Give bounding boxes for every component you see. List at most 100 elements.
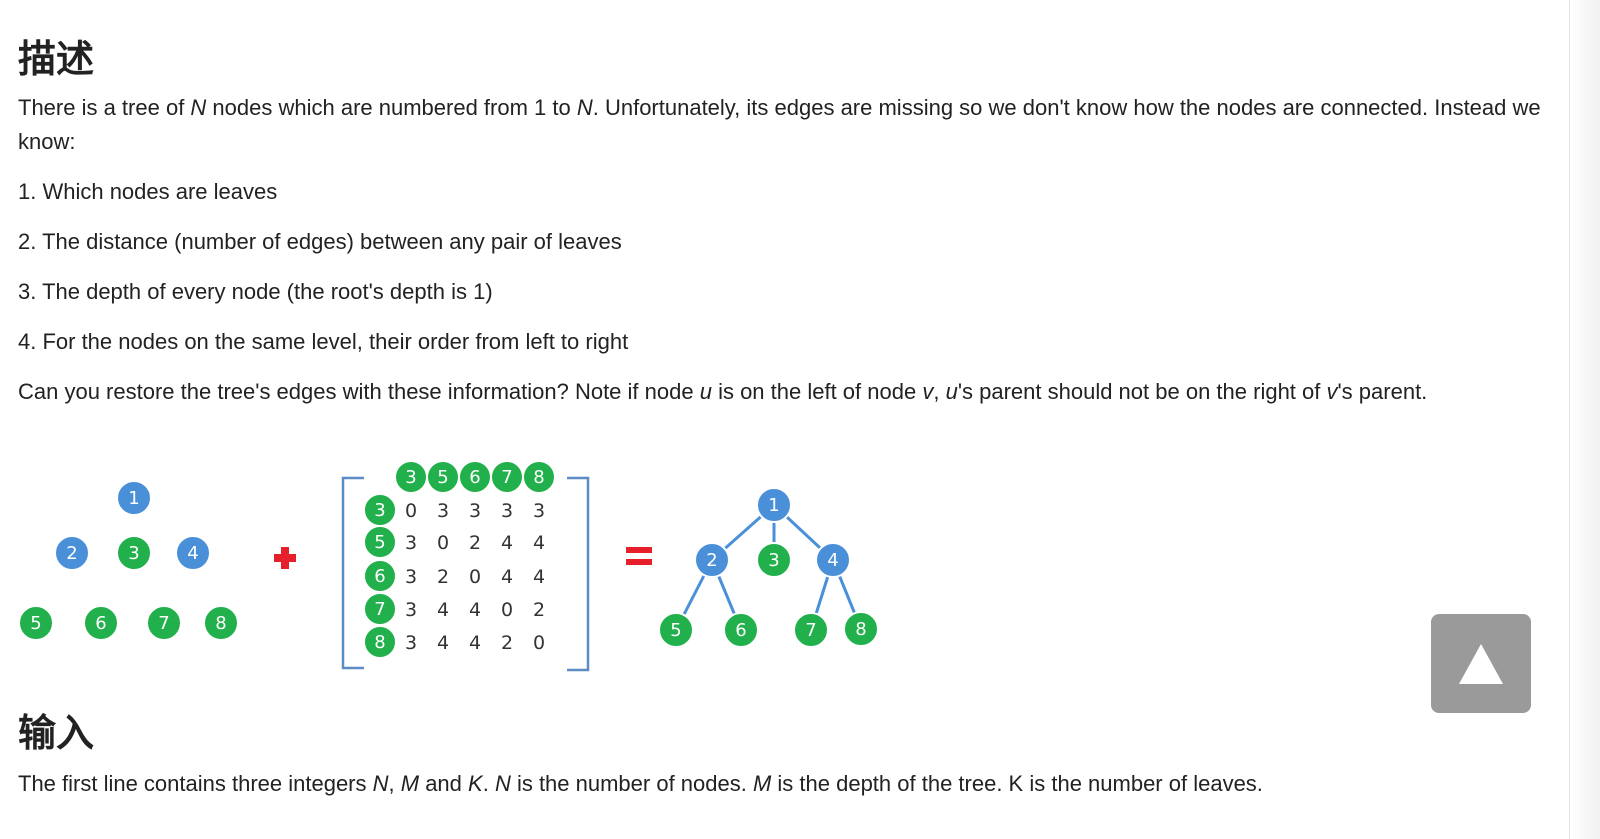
node-label: 8 (855, 619, 866, 640)
node-2: 2 (54, 535, 90, 571)
node-6: 6 (723, 612, 759, 648)
matrix-right-bracket (567, 476, 590, 672)
matrix-cell: 3 (501, 500, 513, 522)
node-label: 5 (374, 532, 385, 553)
node-label: 1 (128, 488, 139, 509)
var-u: u (699, 379, 712, 404)
node-8: 8 (843, 611, 879, 647)
scrollbar-track[interactable] (1569, 0, 1600, 839)
description-heading: 描述 (18, 37, 95, 81)
var-n: N (494, 771, 511, 796)
node-label: 5 (437, 467, 448, 488)
node-8: 8 (203, 605, 239, 641)
node-7: 7 (490, 460, 524, 494)
node-6: 6 (363, 559, 397, 593)
node-label: 3 (374, 500, 385, 521)
matrix-cell: 2 (533, 599, 545, 621)
var-u: u (945, 379, 958, 404)
fact-item: 2. The distance (number of edges) betwee… (18, 229, 622, 254)
matrix-cell: 4 (501, 532, 513, 554)
node-2: 2 (694, 542, 730, 578)
node-7: 7 (146, 605, 182, 641)
node-label: 3 (768, 550, 779, 571)
node-label: 3 (128, 543, 139, 564)
var-n: N (576, 95, 593, 120)
node-3: 3 (363, 493, 397, 527)
node-label: 6 (374, 566, 385, 587)
matrix-cell: 3 (405, 599, 417, 621)
node-label: 7 (501, 467, 512, 488)
node-label: 4 (827, 550, 838, 571)
node-1: 1 (756, 487, 792, 523)
triangle-up-icon (1459, 643, 1503, 684)
matrix-cell: 3 (405, 632, 417, 654)
node-5: 5 (426, 460, 460, 494)
input-heading: 输入 (18, 711, 95, 755)
fact-item: 3. The depth of every node (the root's d… (18, 279, 493, 304)
var-v: v (1326, 379, 1338, 404)
node-label: 8 (215, 613, 226, 634)
node-label: 6 (469, 467, 480, 488)
levels-diagram: 1 2 3 4 5 6 7 8 (18, 480, 239, 641)
result-tree: 1 2 3 4 5 6 7 8 (658, 487, 879, 648)
node-label: 5 (670, 620, 681, 641)
node-6: 6 (458, 460, 492, 494)
var-k: K (468, 771, 483, 796)
node-5: 5 (18, 605, 54, 641)
node-3: 3 (394, 460, 428, 494)
node-label: 2 (66, 543, 77, 564)
node-5: 5 (363, 525, 397, 559)
node-8: 8 (363, 625, 397, 659)
node-7: 7 (363, 592, 397, 626)
matrix-cell: 3 (405, 566, 417, 588)
matrix-cell: 3 (405, 532, 417, 554)
var-m: M (752, 771, 772, 796)
fact-item: 4. For the nodes on the same level, thei… (18, 329, 629, 354)
node-label: 6 (735, 620, 746, 641)
matrix-cell: 0 (405, 500, 417, 522)
distance-matrix: 33556677880 3 3 3 33 0 2 4 43 2 0 4 43 4 4 0 23 4 4 2 0 (341, 460, 590, 672)
node-4: 4 (815, 542, 851, 578)
matrix-cell: 0 (533, 632, 545, 654)
matrix-cell: 4 (469, 632, 481, 654)
node-3: 3 (756, 542, 792, 578)
node-label: 8 (374, 632, 385, 653)
node-label: 8 (533, 467, 544, 488)
var-m: M (400, 771, 420, 796)
matrix-cell: 4 (469, 599, 481, 621)
var-v: v (922, 379, 934, 404)
var-n: N (372, 771, 389, 796)
matrix-cell: 3 (437, 500, 449, 522)
back-to-top-button[interactable] (1431, 614, 1531, 713)
matrix-cell: 4 (437, 599, 449, 621)
node-7: 7 (793, 612, 829, 648)
equals-icon (626, 547, 652, 565)
matrix-cell: 4 (501, 566, 513, 588)
matrix-left-bracket (341, 476, 364, 670)
node-5: 5 (658, 612, 694, 648)
node-label: 7 (805, 620, 816, 641)
matrix-cell: 2 (501, 632, 513, 654)
node-label: 1 (768, 495, 779, 516)
matrix-cell: 3 (469, 500, 481, 522)
intro-paragraph: There is a tree of N nodes which are num… (18, 95, 1541, 154)
fact-item: 1. Which nodes are leaves (18, 179, 278, 204)
matrix-cell: 2 (437, 566, 449, 588)
node-label: 2 (706, 550, 717, 571)
plus-icon (274, 547, 296, 569)
matrix-cell: 2 (469, 532, 481, 554)
node-8: 8 (522, 460, 556, 494)
matrix-cell: 0 (469, 566, 481, 588)
matrix-cell: 0 (501, 599, 513, 621)
var-n: N (190, 95, 207, 120)
matrix-cell: 4 (533, 566, 545, 588)
tree-restoration-figure: 12 3 45 6 7 8 33556677880 3 3 3 33 0 2 4 43 2 0 4 43 4 4 0 23… (18, 460, 879, 672)
node-label: 4 (187, 543, 198, 564)
node-label: 7 (374, 599, 385, 620)
node-3: 3 (116, 535, 152, 571)
node-label: 7 (158, 613, 169, 634)
node-label: 3 (405, 467, 416, 488)
node-label: 5 (30, 613, 41, 634)
node-1: 1 (116, 480, 152, 516)
matrix-cell: 4 (533, 532, 545, 554)
